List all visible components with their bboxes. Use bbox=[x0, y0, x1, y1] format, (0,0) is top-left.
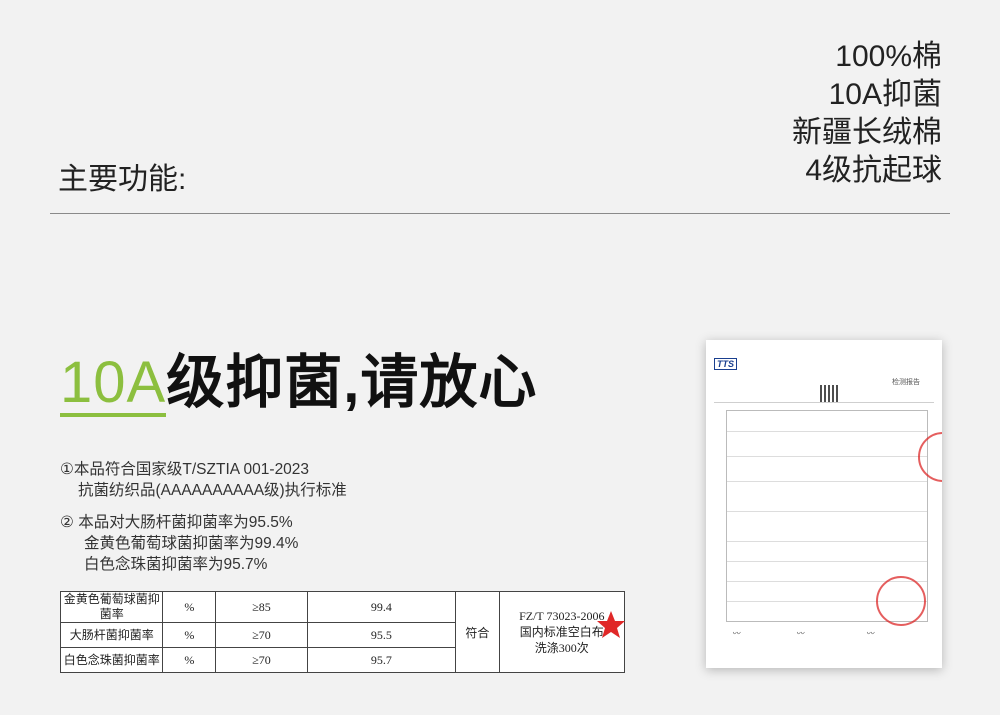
table-cell-result: 99.4 bbox=[306, 591, 457, 623]
test-report-image: TTS 检测报告 〰 〰 〰 bbox=[706, 340, 942, 668]
report-logo: TTS bbox=[714, 358, 737, 370]
note-line: 金黄色葡萄球菌抑菌率为99.4% bbox=[84, 535, 299, 552]
signature-icon: 〰 bbox=[732, 629, 740, 638]
standard-line: 洗涤300次 bbox=[534, 641, 589, 655]
headline-text: 级抑菌,请放心 bbox=[166, 350, 538, 415]
signature-icon: 〰 bbox=[796, 629, 804, 638]
antibacterial-rate-note: ② 本品对大肠杆菌抑菌率为95.5% 金黄色葡萄球菌抑菌率为99.4% 白色念珠… bbox=[60, 512, 298, 575]
report-title: 检测报告 bbox=[892, 379, 920, 386]
signature-icon: 〰 bbox=[866, 629, 874, 638]
table-cell-item: 白色念珠菌抑菌率 bbox=[59, 647, 164, 673]
divider bbox=[50, 213, 950, 214]
table-cell-standard: FZ/T 73023-2006 国内标准空白布 洗涤300次 bbox=[498, 591, 626, 673]
table-cell-requirement: ≥70 bbox=[215, 647, 308, 673]
standard-note: ①本品符合国家级T/SZTIA 001-2023 抗菌纺织品(AAAAAAAAA… bbox=[60, 459, 347, 501]
table-cell-unit: % bbox=[162, 591, 217, 623]
test-results-table: 金黄色葡萄球菌抑菌率 % ≥85 99.4 符合 FZ/T 73023-2006… bbox=[59, 591, 626, 673]
feature-item: 10A抑菌 bbox=[828, 78, 942, 111]
report-rule bbox=[714, 402, 934, 403]
table-cell-requirement: ≥70 bbox=[215, 622, 308, 648]
table-cell-requirement: ≥85 bbox=[215, 591, 308, 623]
main-functions-label: 主要功能: bbox=[58, 163, 187, 196]
headline-accent: 10A bbox=[60, 350, 167, 417]
note-line: ①本品符合国家级T/SZTIA 001-2023 bbox=[60, 461, 310, 478]
table-cell-unit: % bbox=[162, 622, 217, 648]
table-cell-item: 金黄色葡萄球菌抑菌率 bbox=[59, 591, 164, 623]
red-stamp-star-icon bbox=[597, 611, 625, 638]
feature-item: 100%棉 bbox=[835, 40, 942, 73]
note-line: 抗菌纺织品(AAAAAAAAAA级)执行标准 bbox=[78, 482, 347, 499]
table-row: 金黄色葡萄球菌抑菌率 % ≥85 99.4 符合 FZ/T 73023-2006… bbox=[59, 591, 626, 673]
feature-item: 4级抗起球 bbox=[805, 154, 942, 187]
note-line: 白色念珠菌抑菌率为95.7% bbox=[84, 556, 268, 573]
feature-item: 新疆长绒棉 bbox=[792, 116, 942, 149]
table-cell-result: 95.5 bbox=[306, 622, 457, 648]
red-seal-icon bbox=[876, 576, 926, 626]
table-cell-result: 95.7 bbox=[306, 647, 457, 673]
table-cell-unit: % bbox=[162, 647, 217, 673]
headline: 10A级抑菌,请放心 bbox=[60, 335, 537, 419]
features-list: 100%棉 10A抑菌 新疆长绒棉 4级抗起球 bbox=[792, 38, 942, 190]
table-cell-item: 大肠杆菌抑菌率 bbox=[59, 622, 164, 648]
note-line: ② 本品对大肠杆菌抑菌率为95.5% bbox=[60, 514, 293, 531]
qr-code-icon bbox=[820, 385, 838, 403]
table-cell-verdict: 符合 bbox=[455, 591, 500, 673]
